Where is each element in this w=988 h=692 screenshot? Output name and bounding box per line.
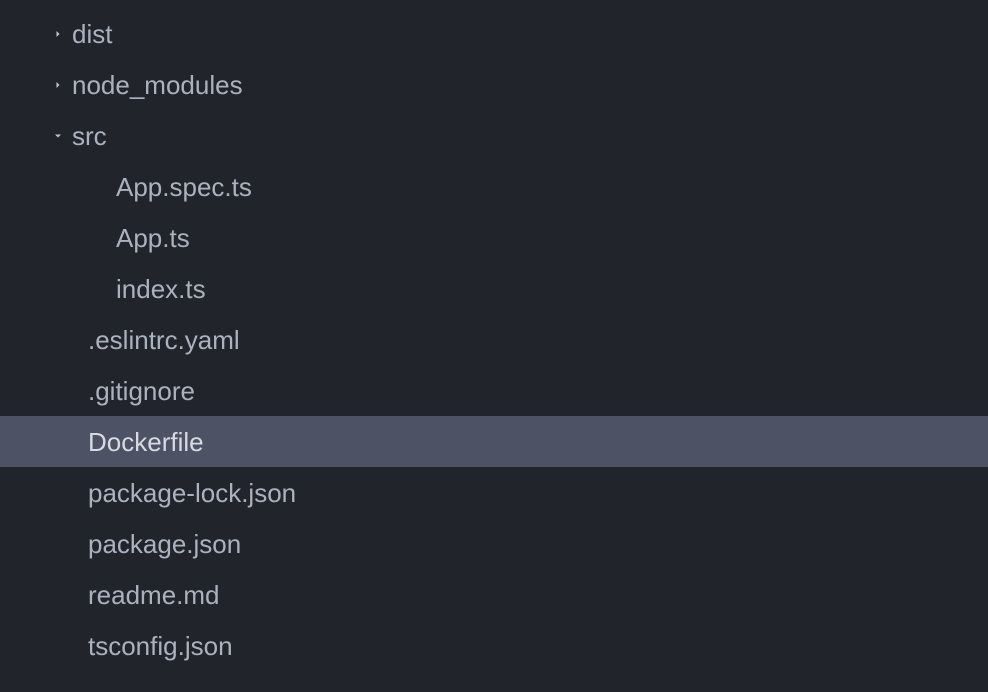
tree-item-label: dist [66,21,112,47]
tree-folder-dist[interactable]: dist [0,8,988,59]
tree-file-index-ts[interactable]: index.ts [0,263,988,314]
tree-file-tsconfig-json[interactable]: tsconfig.json [0,620,988,671]
tree-item-label: App.spec.ts [110,174,252,200]
tree-file-eslintrc[interactable]: .eslintrc.yaml [0,314,988,365]
tree-file-package-json[interactable]: package.json [0,518,988,569]
tree-folder-src[interactable]: src [0,110,988,161]
tree-item-label: index.ts [110,276,206,302]
tree-file-app-ts[interactable]: App.ts [0,212,988,263]
tree-file-app-spec-ts[interactable]: App.spec.ts [0,161,988,212]
tree-item-label: .eslintrc.yaml [82,327,240,353]
chevron-right-icon [50,77,66,93]
tree-file-gitignore[interactable]: .gitignore [0,365,988,416]
tree-file-readme-md[interactable]: readme.md [0,569,988,620]
file-explorer-tree: dist node_modules src App.spec.ts App.ts… [0,0,988,679]
chevron-right-icon [50,26,66,42]
chevron-down-icon [50,128,66,144]
tree-item-label: .gitignore [82,378,195,404]
tree-item-label: Dockerfile [82,429,204,455]
tree-folder-node-modules[interactable]: node_modules [0,59,988,110]
tree-file-package-lock-json[interactable]: package-lock.json [0,467,988,518]
tree-item-label: tsconfig.json [82,633,233,659]
tree-item-label: node_modules [66,72,243,98]
tree-item-label: App.ts [110,225,190,251]
tree-item-label: package.json [82,531,241,557]
tree-item-label: src [66,123,107,149]
tree-item-label: package-lock.json [82,480,296,506]
tree-item-label: readme.md [82,582,220,608]
tree-file-dockerfile[interactable]: Dockerfile [0,416,988,467]
